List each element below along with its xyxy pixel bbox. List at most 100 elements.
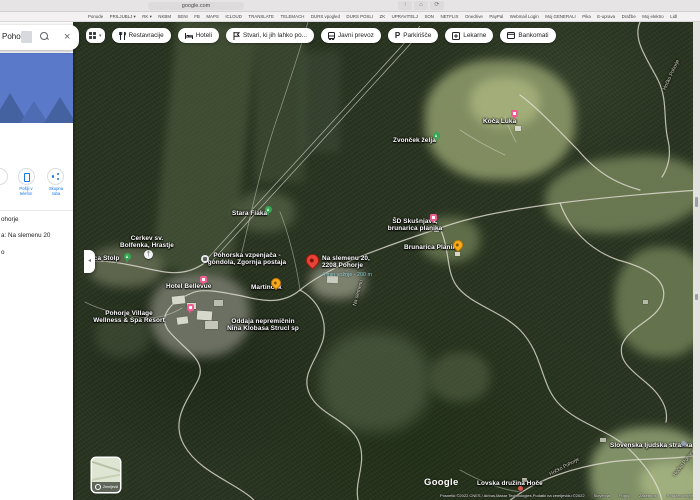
bed-icon — [185, 32, 193, 40]
building — [172, 295, 186, 304]
bookmark-item[interactable]: Dražbe — [622, 14, 636, 19]
terms-link[interactable]: Pogoji — [619, 493, 630, 498]
place-photo-placeholder[interactable] — [0, 53, 73, 123]
bookmark-item[interactable]: ZK — [380, 14, 386, 19]
pin-park-zvoncek[interactable] — [433, 132, 440, 139]
bookmark-item[interactable]: DURS POSLI — [346, 14, 373, 19]
address-bar[interactable]: google.com — [148, 2, 244, 10]
building — [515, 126, 521, 131]
bus-icon — [328, 32, 335, 40]
browser-title-bar: google.com ↑ ⌂ ⟳ — [0, 0, 700, 12]
pin-lodging-koca-luka[interactable] — [511, 110, 518, 117]
place-panel: Pošlji v telefon Skupna raba ohorje a: N… — [0, 22, 73, 500]
category-chips-bar: ▾ Restavracije Hoteli Stvari, ki jih lah… — [86, 28, 556, 43]
bookmark-item[interactable]: DURS vpogled — [311, 14, 340, 19]
chip-hotels[interactable]: Hoteli — [178, 28, 219, 43]
close-icon[interactable]: × — [64, 28, 70, 46]
poi-label-na-slemenu-20[interactable]: Na slemenu 20, 2208 Pohorje — [322, 255, 370, 270]
bookmark-item[interactable]: FB — [194, 14, 200, 19]
grid-icon — [89, 32, 96, 39]
poi-label-lovska-druzina[interactable]: Lovska družina Hoče — [477, 480, 543, 487]
bookmark-item[interactable]: ICLOUD — [225, 14, 242, 19]
bookmark-item[interactable]: SON — [424, 14, 434, 19]
share-button[interactable] — [47, 168, 64, 185]
pin-lodging-sd-skusnjava[interactable] — [430, 214, 437, 221]
action-button-partial[interactable] — [0, 168, 8, 185]
chevron-down-icon: ▾ — [99, 33, 102, 39]
divider — [0, 210, 73, 211]
bookmark-item[interactable]: NKBM — [158, 14, 171, 19]
poi-label-hotel-bellevue[interactable]: Hotel Bellevue — [166, 283, 211, 290]
pharmacy-cross-icon — [452, 32, 460, 40]
bookmark-item[interactable]: E-uprava — [597, 14, 615, 19]
map-attribution: Posnetki ©2022 CNES / Airbus,Maxar Techn… — [440, 493, 698, 498]
share-label: Skupna raba — [48, 186, 65, 197]
poi-label-brunarica-planika[interactable]: Brunarica Planika — [404, 244, 460, 251]
poi-label-koca-luka[interactable]: Koča Luka — [483, 118, 516, 125]
attribution-region: Slovenija — [594, 493, 610, 498]
search-box[interactable]: Pohorje × — [0, 25, 79, 50]
bookmark-item[interactable]: UPRAVITELJ — [392, 14, 418, 19]
bookmark-item[interactable]: MAPS — [206, 14, 218, 19]
building — [600, 438, 606, 442]
screenshot-root: { "browser": { "url_bar": "google.com", … — [0, 0, 700, 500]
pin-park-stolp[interactable] — [124, 253, 131, 260]
attribution-credits: Posnetki ©2022 CNES / Airbus,Maxar Techn… — [440, 493, 585, 498]
bed-icon — [432, 216, 435, 219]
poi-label-pohorje-village[interactable]: Pohorje Village Wellness & Spa Resort — [93, 310, 165, 325]
tree-icon — [126, 255, 128, 258]
restaurant-icon — [119, 32, 126, 40]
bookmark-item[interactable]: TRANSLATE — [248, 14, 274, 19]
pin-church-bolfenk[interactable]: † — [144, 250, 153, 259]
privacy-link[interactable]: Zasebnost — [639, 493, 658, 498]
pin-park-stara-fiaka[interactable] — [265, 206, 272, 213]
google-logo: Google — [424, 477, 459, 488]
satellite-map[interactable]: Koča Luka Zvonček želja Stara Fiaka Poho… — [0, 22, 700, 500]
bookmark-item[interactable]: Webmail Login — [510, 14, 539, 19]
pin-office-sls[interactable] — [681, 441, 686, 446]
category-grid-button[interactable]: ▾ — [86, 28, 105, 43]
bookmark-item[interactable]: RK ▾ — [142, 14, 152, 20]
map-layer-toggle[interactable]: Zemljevid — [92, 458, 120, 492]
search-icon[interactable] — [40, 32, 48, 40]
chip-label: Parkirišče — [403, 32, 431, 39]
chip-things-to-do[interactable]: Stvari, ki jih lahko po... — [226, 28, 314, 43]
bookmark-item[interactable]: Pika — [582, 14, 591, 19]
reload-icon[interactable]: ⟳ — [430, 1, 444, 10]
poi-label-cerkev-bolfenka[interactable]: Cerkev sv. Bolfenka, Hrastje — [120, 235, 174, 250]
bookmark-item[interactable]: Onedrive — [465, 14, 483, 19]
mini-map-road — [92, 473, 120, 481]
chip-parking[interactable]: P Parkirišče — [388, 28, 438, 43]
pin-lovska-druzina[interactable] — [518, 486, 523, 491]
poi-label-gondola-station[interactable]: Pohorska vzpenjača - gondola, Zgornja po… — [208, 252, 286, 267]
collapse-panel-tab[interactable]: ◂ — [84, 250, 95, 273]
chip-label: Hoteli — [196, 32, 212, 39]
bookmark-item[interactable]: PayPal — [489, 14, 503, 19]
bookmark-item[interactable]: NETFLIX — [440, 14, 458, 19]
bookmark-item[interactable]: PRILJUBLJ ▾ — [110, 14, 136, 20]
bookmark-item[interactable]: Lidl — [670, 14, 677, 19]
home-icon[interactable]: ⌂ — [414, 1, 428, 10]
bookmark-item[interactable]: Ponude — [88, 14, 103, 19]
poi-label-oddaja-nepremicnin[interactable]: Oddaja nepremičnin Nina Klobasa Strucl s… — [227, 318, 299, 333]
bookmark-item[interactable]: Moj GENERALI — [545, 14, 576, 19]
bed-icon — [513, 112, 516, 115]
building — [214, 300, 223, 306]
poi-label-zvoncek-zelja[interactable]: Zvonček želja — [393, 137, 436, 144]
share-icon[interactable]: ↑ — [398, 1, 412, 10]
chip-restaurants[interactable]: Restavracije — [112, 28, 171, 43]
poi-label-stara-fiaka[interactable]: Stara Fiaka — [232, 210, 267, 217]
edge-mark — [695, 294, 699, 300]
bookmark-item[interactable]: Moj elektro — [642, 14, 663, 19]
chip-atms[interactable]: Bankomati — [500, 28, 555, 43]
mountain-shape — [44, 97, 73, 123]
gondola-station-icon[interactable] — [201, 255, 209, 263]
bookmark-item[interactable]: SENI — [177, 14, 187, 19]
send-to-phone-button[interactable] — [18, 168, 35, 185]
chip-transit[interactable]: Javni prevoz — [321, 28, 381, 43]
pin-lodging-bellevue[interactable] — [200, 276, 207, 283]
chip-label: Restavracije — [129, 32, 164, 39]
bookmark-item[interactable]: TELEMACH — [280, 14, 304, 19]
pin-lodging-pohorje-village[interactable] — [187, 304, 194, 311]
chip-pharmacies[interactable]: Lekarne — [445, 28, 493, 43]
